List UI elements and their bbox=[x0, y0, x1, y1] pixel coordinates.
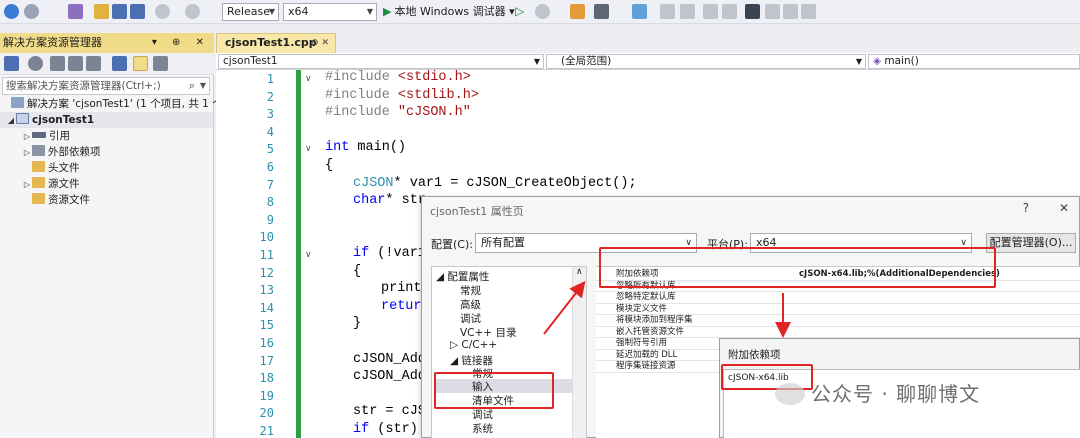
wechat-logo-icon bbox=[775, 383, 805, 405]
watermark-text: 公众号 · 聊聊博文 bbox=[811, 382, 981, 406]
annotation-arrows bbox=[543, 280, 791, 338]
watermark: 公众号 · 聊聊博文 bbox=[775, 378, 980, 407]
arrow-to-deps bbox=[543, 280, 586, 335]
